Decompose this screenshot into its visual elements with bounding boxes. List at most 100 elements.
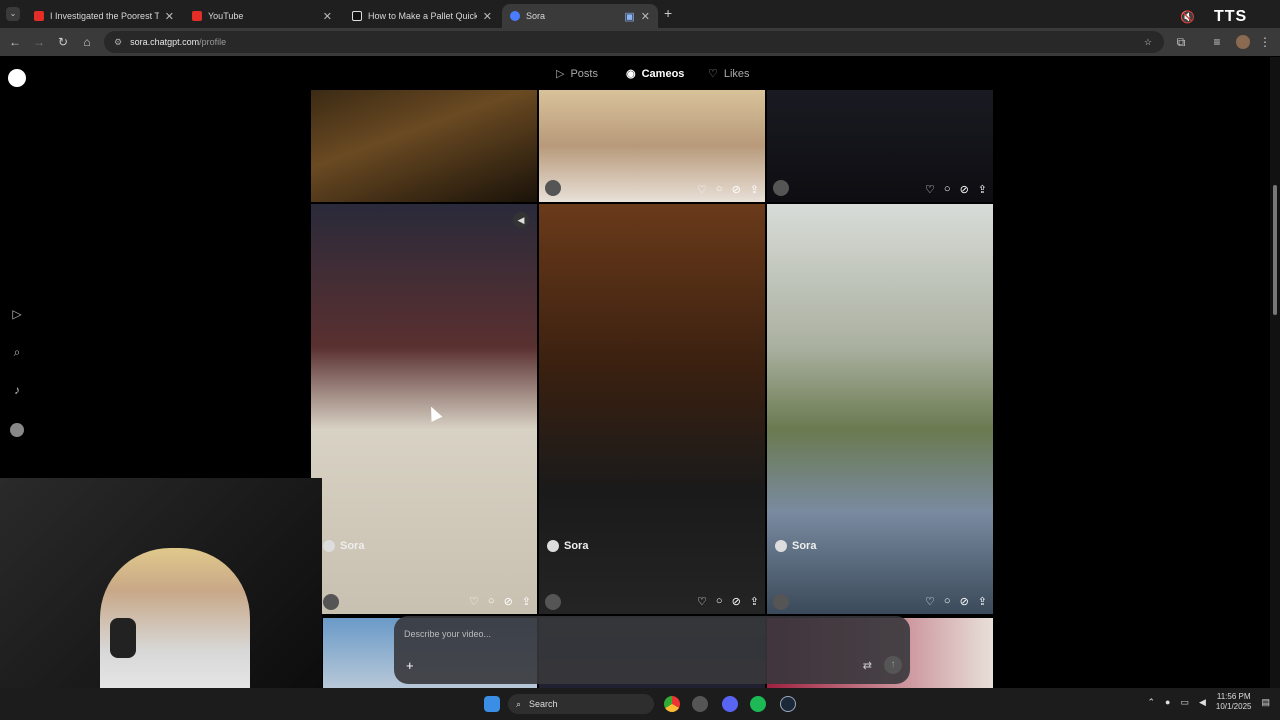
like-icon[interactable]: ♡	[925, 183, 935, 196]
comment-icon[interactable]: ○	[944, 595, 951, 608]
video-tile[interactable]	[311, 90, 537, 202]
comment-icon[interactable]: ○	[488, 595, 495, 608]
creator-avatar[interactable]	[545, 594, 561, 610]
sora-logo-icon	[775, 540, 787, 552]
add-media-icon[interactable]: +	[406, 658, 414, 673]
tab-posts[interactable]: ▷ Posts	[556, 67, 598, 81]
volume-icon[interactable]: ◀	[1199, 697, 1206, 708]
url-path: /profile	[199, 37, 227, 47]
windows-start-icon[interactable]	[484, 696, 500, 712]
video-tile[interactable]: ♡ ○ ⊘ ⇪	[767, 90, 993, 202]
clock[interactable]: 11:56 PM 10/1/2025	[1216, 692, 1252, 712]
comment-icon[interactable]: ○	[944, 183, 951, 196]
share-icon[interactable]: ⇪	[978, 183, 987, 196]
creator-avatar[interactable]	[323, 594, 339, 610]
remix-icon[interactable]: ⊘	[504, 595, 513, 608]
home-icon[interactable]: ⌂	[76, 35, 98, 49]
creator-name: Sora	[340, 540, 365, 552]
taskbar-search-label: Search	[529, 699, 558, 709]
discord-icon[interactable]	[722, 696, 738, 712]
settings-sliders-icon[interactable]: ⇄	[863, 659, 872, 672]
app-icon[interactable]	[692, 696, 708, 712]
video-tile[interactable]: Sora ♡ ○ ⊘ ⇪	[767, 204, 993, 614]
system-tray: ⌃ ● ▭ ◀ 11:56 PM 10/1/2025 ▤	[1147, 692, 1270, 712]
media-playing-icon[interactable]: ▣	[624, 10, 634, 23]
creator-avatar[interactable]	[545, 180, 561, 196]
notifications-icon[interactable]: ▤	[1261, 697, 1270, 708]
network-icon[interactable]: ▭	[1180, 697, 1189, 708]
like-icon[interactable]: ♡	[925, 595, 935, 608]
reload-icon[interactable]: ↻	[52, 35, 74, 49]
forward-icon[interactable]: →	[28, 35, 50, 49]
remix-icon[interactable]: ⊘	[732, 183, 741, 196]
search-icon[interactable]: ⌕	[8, 345, 26, 363]
browser-menu-icon[interactable]: ⋮	[1254, 35, 1276, 49]
share-icon[interactable]: ⇪	[978, 595, 987, 608]
bookmark-star-icon[interactable]: ☆	[1144, 37, 1152, 48]
sora-logo-icon	[547, 540, 559, 552]
cameos-icon: ◉	[626, 68, 636, 80]
tab-3[interactable]: How to Make a Pallet Quickly a ✕	[344, 4, 500, 28]
tray-overflow-icon[interactable]: ⌃	[1147, 697, 1155, 708]
muted-speaker-icon: 🔇	[1180, 10, 1195, 24]
creator-label: Sora	[547, 540, 588, 552]
tile-actions: ♡ ○ ⊘ ⇪	[697, 183, 759, 196]
share-icon[interactable]: ⇪	[522, 595, 531, 608]
remix-icon[interactable]: ⊘	[960, 183, 969, 196]
tile-actions: ♡ ○ ⊘ ⇪	[925, 183, 987, 196]
tab-sora-active[interactable]: Sora ▣ ✕	[502, 4, 658, 28]
profile-avatar[interactable]	[1236, 35, 1250, 49]
browser-tab-strip: ⌄ I Investigated the Poorest Town ✕ YouT…	[0, 0, 1280, 28]
close-tab-icon[interactable]: ✕	[641, 10, 650, 23]
tab-label: Posts	[570, 67, 598, 80]
sound-toggle-icon[interactable]: ◀	[513, 212, 529, 228]
steam-icon[interactable]	[780, 696, 796, 712]
video-tile[interactable]: Sora ♡ ○ ⊘ ⇪	[539, 204, 765, 614]
tab-search-icon[interactable]: ⌄	[6, 7, 20, 21]
scrollbar-thumb[interactable]	[1273, 185, 1277, 315]
video-tile[interactable]: ◀ Sora ♡ ○ ⊘ ⇪	[311, 204, 537, 614]
tab-likes[interactable]: ♡ Likes	[708, 67, 750, 81]
like-icon[interactable]: ♡	[697, 595, 707, 608]
comment-icon[interactable]: ○	[716, 183, 723, 196]
microphone-icon[interactable]: ●	[1165, 697, 1170, 707]
taskbar-search[interactable]: ⌕ Search	[508, 694, 654, 714]
share-icon[interactable]: ⇪	[750, 183, 759, 196]
tile-actions: ♡ ○ ⊘ ⇪	[469, 595, 531, 608]
chrome-icon[interactable]	[664, 696, 680, 712]
sora-favicon-icon	[510, 11, 520, 21]
like-icon[interactable]: ♡	[469, 595, 479, 608]
creator-avatar[interactable]	[773, 180, 789, 196]
share-icon[interactable]: ⇪	[750, 595, 759, 608]
notifications-bell-icon[interactable]: ♪	[8, 383, 26, 401]
new-tab-button[interactable]: +	[664, 5, 672, 21]
tab-2[interactable]: YouTube ✕	[184, 4, 340, 28]
close-tab-icon[interactable]: ✕	[323, 10, 332, 23]
sora-logo-icon[interactable]	[8, 69, 26, 87]
like-icon[interactable]: ♡	[697, 183, 707, 196]
youtube-favicon-icon	[192, 11, 202, 21]
sora-logo-icon	[323, 540, 335, 552]
send-arrow-icon[interactable]: ↑	[884, 656, 902, 674]
remix-icon[interactable]: ⊘	[732, 595, 741, 608]
prompt-input[interactable]: Describe your video...	[404, 629, 491, 639]
page-scrollbar[interactable]	[1270, 57, 1280, 688]
video-tile[interactable]: ♡ ○ ⊘ ⇪	[539, 90, 765, 202]
back-icon[interactable]: ←	[4, 35, 26, 49]
profile-icon[interactable]	[10, 423, 24, 437]
extensions-icon[interactable]: ⧉	[1170, 35, 1192, 50]
comment-icon[interactable]: ○	[716, 595, 723, 608]
remix-icon[interactable]: ⊘	[960, 595, 969, 608]
creator-avatar[interactable]	[773, 594, 789, 610]
close-tab-icon[interactable]: ✕	[165, 10, 174, 23]
media-control-icon[interactable]: ≡	[1206, 35, 1228, 49]
address-bar[interactable]: ⚙ sora.chatgpt.com/profile ☆	[104, 31, 1164, 53]
browser-toolbar: ← → ↻ ⌂ ⚙ sora.chatgpt.com/profile ☆ ⧉ ≡…	[0, 28, 1280, 56]
feed-play-icon[interactable]: ▷	[8, 307, 26, 325]
creator-name: Sora	[792, 540, 817, 552]
site-info-icon[interactable]: ⚙	[114, 37, 122, 48]
tab-cameos[interactable]: ◉ Cameos	[626, 67, 684, 81]
spotify-icon[interactable]	[750, 696, 766, 712]
tab-1[interactable]: I Investigated the Poorest Town ✕	[26, 4, 182, 28]
close-tab-icon[interactable]: ✕	[483, 10, 492, 23]
